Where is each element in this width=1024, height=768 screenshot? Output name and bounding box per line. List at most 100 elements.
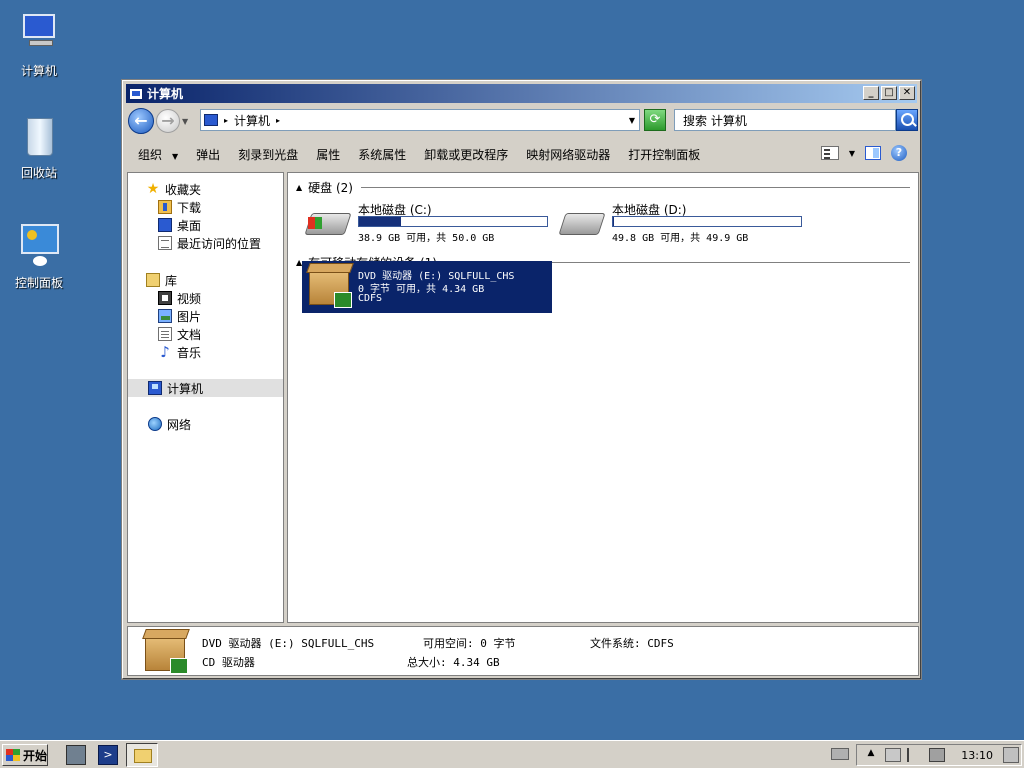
drive-d[interactable]: 本地磁盘 (D:) 49.8 GB 可用，共 49.9 GB	[558, 201, 808, 251]
volume-muted-icon[interactable]	[885, 748, 901, 762]
nav-label: 桌面	[177, 218, 202, 233]
start-label: 开始	[23, 748, 48, 763]
start-button[interactable]: 开始	[2, 744, 48, 766]
nav-label: 最近访问的位置	[177, 236, 262, 251]
minimize-button[interactable]: _	[863, 86, 879, 100]
nav-label: 音乐	[177, 345, 202, 360]
nav-item-pictures[interactable]: 图片	[128, 307, 283, 325]
nav-label: 下载	[177, 200, 202, 215]
powershell-icon[interactable]: >	[98, 745, 118, 765]
nav-favorites[interactable]: ★ 收藏夹	[128, 180, 283, 198]
chevron-down-icon[interactable]: ▼	[849, 149, 855, 158]
nav-label: 网络	[167, 417, 192, 432]
desktop-icon-label: 控制面板	[14, 276, 63, 290]
drive-filesystem: CDFS	[358, 293, 383, 304]
show-hidden-icons-icon[interactable]: ▲	[863, 748, 879, 762]
eject-button[interactable]: 弹出	[196, 146, 220, 163]
view-options-icon[interactable]	[820, 146, 839, 160]
system-tray: ▲ 13:10	[831, 744, 1022, 766]
taskbar-explorer-button[interactable]	[126, 743, 158, 767]
details-title: DVD 驱动器 (E:) SQLFULL_CHS	[202, 637, 375, 650]
chevron-down-icon: ▼	[172, 151, 179, 161]
organize-menu[interactable]: 组织 ▼	[138, 146, 178, 163]
drive-usage-bar	[612, 216, 802, 227]
nav-libraries[interactable]: 库	[128, 271, 283, 289]
nav-label: 计算机	[167, 381, 204, 396]
maximize-button[interactable]: □	[881, 86, 897, 100]
server-manager-icon[interactable]	[66, 745, 86, 765]
history-dropdown-icon[interactable]: ▼	[182, 117, 188, 126]
computer-icon	[204, 114, 218, 126]
keyboard-icon[interactable]	[831, 748, 849, 760]
taskbar: 开始 > ▲ 13:10	[0, 740, 1024, 768]
music-note-icon: ♪	[160, 343, 170, 361]
desktop-icon-computer[interactable]: 计算机	[1, 10, 77, 79]
dvd-drive-icon	[306, 263, 352, 309]
nav-item-recent[interactable]: 最近访问的位置	[128, 234, 283, 252]
address-bar[interactable]: ▸ 计算机 ▸ ▼	[200, 109, 640, 131]
network-icon	[148, 417, 162, 431]
drive-info: 38.9 GB 可用，共 50.0 GB	[358, 233, 495, 244]
open-control-panel-button[interactable]: 打开控制面板	[628, 146, 700, 163]
navigation-pane: ★ 收藏夹 下载 桌面 最近访问的位置 库 视频 图片 文档 ♪ 音乐 计算机 …	[127, 172, 284, 623]
system-properties-button[interactable]: 系统属性	[358, 146, 406, 163]
drive-dvd-e[interactable]: DVD 驱动器 (E:) SQLFULL_CHS 0 字节 可用，共 4.34 …	[302, 261, 552, 313]
picture-icon	[158, 309, 172, 323]
nav-item-videos[interactable]: 视频	[128, 289, 283, 307]
nav-computer[interactable]: 计算机	[128, 379, 283, 397]
title-bar[interactable]: 计算机 _ □ ✕	[126, 84, 917, 103]
video-icon	[158, 291, 172, 305]
properties-button[interactable]: 属性	[316, 146, 340, 163]
details-free-space: 可用空间: 0 字节	[423, 637, 516, 650]
organize-label: 组织	[138, 147, 163, 162]
close-button[interactable]: ✕	[899, 86, 915, 100]
group-header-hard-disks[interactable]: ▲ 硬盘 (2)	[296, 179, 910, 196]
flag-icon[interactable]	[907, 748, 923, 762]
breadcrumb-computer[interactable]: 计算机	[234, 112, 270, 129]
preview-pane-icon[interactable]	[865, 146, 881, 160]
group-header-label: 硬盘 (2)	[308, 181, 353, 195]
breadcrumb-arrow-icon[interactable]: ▸	[276, 116, 280, 125]
breadcrumb-arrow-icon[interactable]: ▸	[224, 116, 228, 125]
forward-button[interactable]: →	[156, 109, 180, 133]
computer-icon	[15, 10, 63, 58]
uninstall-program-button[interactable]: 卸载或更改程序	[424, 146, 508, 163]
details-total-size: 总大小: 4.34 GB	[407, 656, 500, 669]
desktop-icon-label: 计算机	[20, 64, 57, 78]
address-dropdown-icon[interactable]: ▼	[629, 116, 635, 125]
drive-c[interactable]: 本地磁盘 (C:) 38.9 GB 可用，共 50.0 GB	[304, 201, 554, 251]
search-input[interactable]: 搜索 计算机	[674, 109, 896, 131]
control-panel-icon	[15, 222, 63, 270]
details-filesystem: 文件系统: CDFS	[590, 637, 674, 650]
refresh-button[interactable]: ⟳	[644, 109, 666, 131]
nav-item-downloads[interactable]: 下载	[128, 198, 283, 216]
nav-label: 图片	[177, 309, 202, 324]
clock[interactable]: 13:10	[961, 749, 993, 762]
burn-to-disc-button[interactable]: 刻录到光盘	[238, 146, 298, 163]
details-pane: DVD 驱动器 (E:) SQLFULL_CHS 可用空间: 0 字节 CD 驱…	[127, 626, 919, 676]
show-desktop-icon[interactable]	[1003, 747, 1019, 763]
desktop-icon-recycle-bin[interactable]: 回收站	[1, 112, 77, 181]
help-icon[interactable]: ?	[891, 145, 907, 161]
desktop-icon-control-panel[interactable]: 控制面板	[1, 222, 77, 291]
divider	[360, 187, 910, 188]
window-title: 计算机	[147, 87, 184, 101]
search-button[interactable]	[896, 109, 918, 131]
nav-item-music[interactable]: ♪ 音乐	[128, 343, 283, 361]
computer-icon	[148, 381, 162, 395]
library-icon	[146, 273, 160, 287]
nav-network[interactable]: 网络	[128, 415, 283, 433]
computer-icon	[129, 87, 143, 100]
nav-item-documents[interactable]: 文档	[128, 325, 283, 343]
dvd-drive-icon	[142, 629, 188, 675]
windows-logo-icon	[6, 749, 20, 761]
map-network-drive-button[interactable]: 映射网络驱动器	[526, 146, 610, 163]
recycle-bin-icon	[15, 112, 63, 160]
back-button[interactable]: ←	[128, 108, 154, 134]
nav-item-desktop[interactable]: 桌面	[128, 216, 283, 234]
document-icon	[158, 327, 172, 341]
collapse-arrow-icon[interactable]: ▲	[296, 183, 302, 192]
recent-places-icon	[158, 236, 172, 250]
star-icon: ★	[146, 181, 160, 197]
network-status-icon[interactable]	[929, 748, 945, 762]
